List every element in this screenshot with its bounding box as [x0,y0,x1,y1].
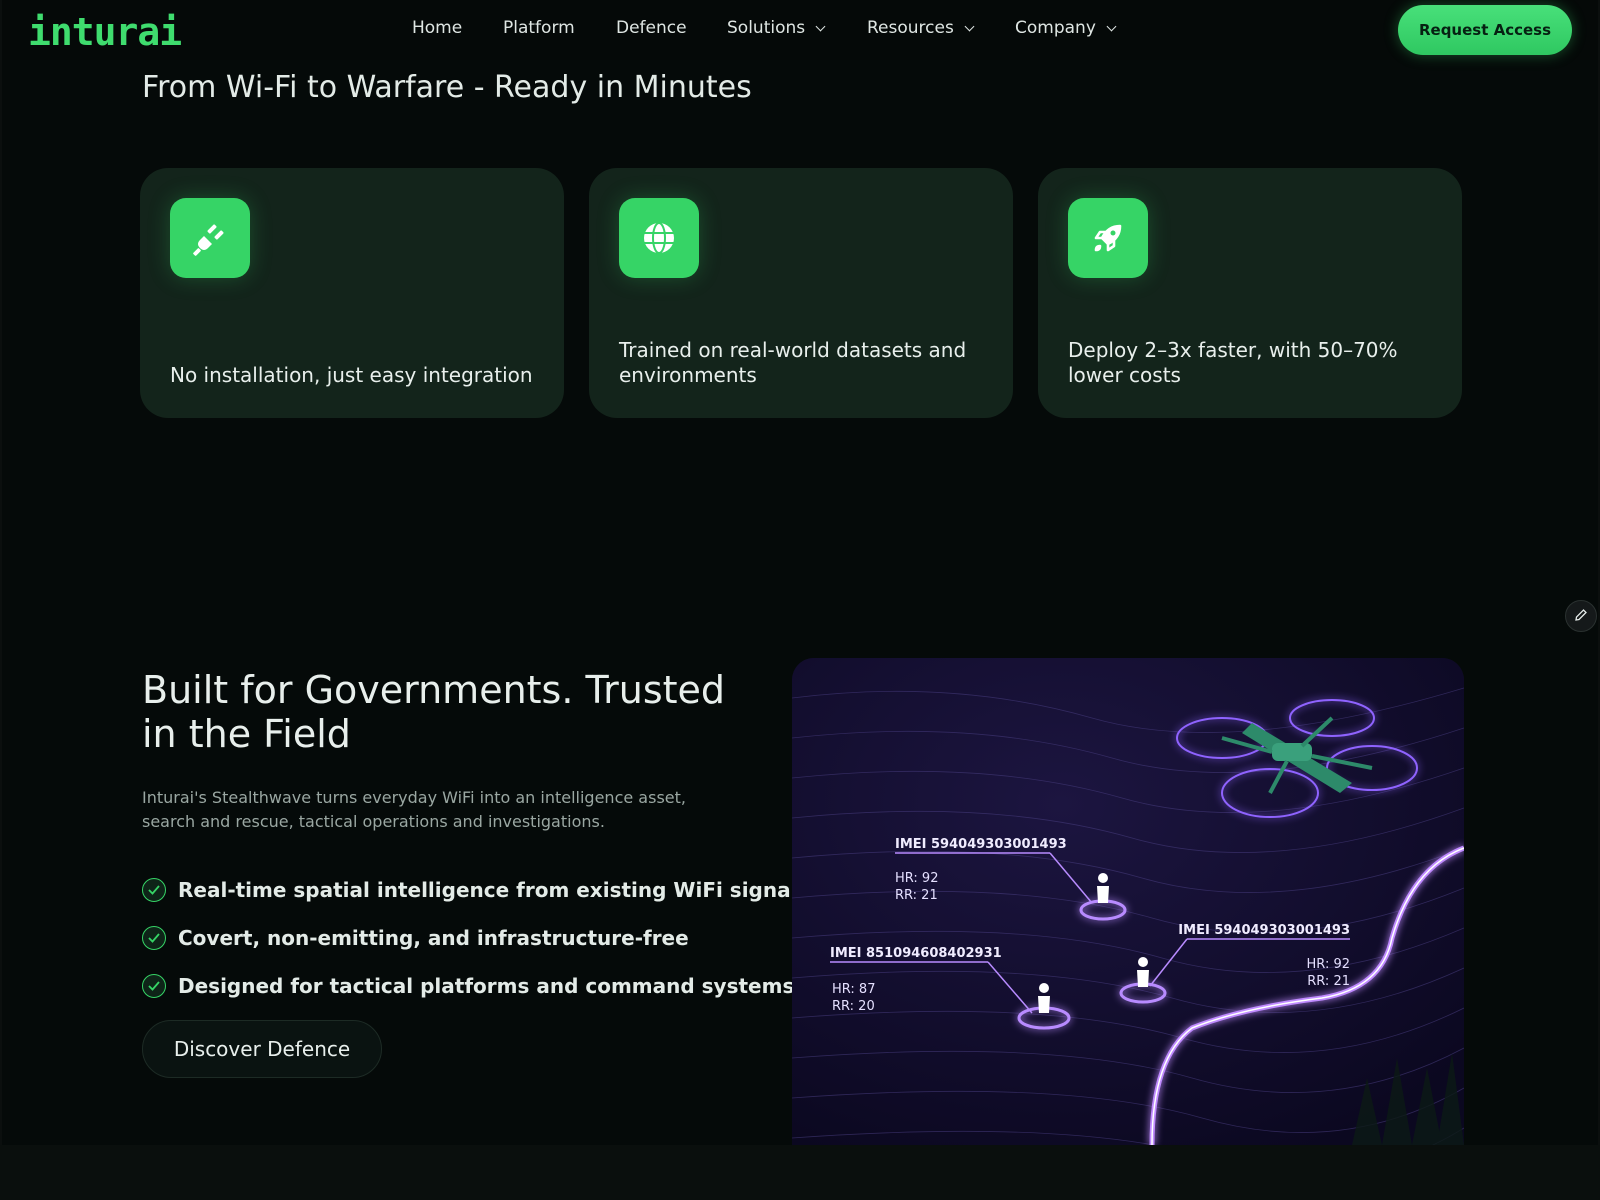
svg-text:HR: 92: HR: 92 [895,871,938,886]
svg-text:HR: 92: HR: 92 [1307,957,1350,972]
chevron-down-icon [1106,21,1117,31]
inturai-logo[interactable]: inturai [28,10,182,54]
card-text: No installation, just easy integration [170,363,533,387]
list-item: Real-time spatial intelligence from exis… [142,866,809,914]
card-text: Deploy 2–3x faster, with 50–70% lower co… [1068,338,1398,387]
request-access-button[interactable]: Request Access [1398,5,1572,55]
page-footer-strip [0,1145,1600,1200]
svg-text:IMEI 594049303001493: IMEI 594049303001493 [895,837,1067,852]
card-text: Trained on real-world datasets and envir… [619,338,967,387]
discover-defence-button[interactable]: Discover Defence [142,1020,382,1078]
nav-platform[interactable]: Platform [503,18,616,38]
list-item: Designed for tactical platforms and comm… [142,962,809,1010]
edit-button[interactable] [1565,600,1597,632]
nav-company[interactable]: Company [1015,18,1145,38]
page: inturai Home Platform Defence Solutions … [2,0,1598,1145]
nav-links: Home Platform Defence Solutions Resource… [412,18,1145,38]
feature-card-datasets: Trained on real-world datasets and envir… [589,168,1013,418]
feature-card-integration: No installation, just easy integration [140,168,564,418]
government-section-title: Built for Governments. Trusted in the Fi… [142,668,726,756]
nav-defence[interactable]: Defence [616,18,727,38]
ready-section-title: From Wi-Fi to Warfare - Ready in Minutes [142,70,752,105]
svg-text:RR: 21: RR: 21 [1307,974,1350,989]
chevron-down-icon [964,21,975,31]
check-circle-icon [142,974,166,998]
government-description: Inturai's Stealthwave turns everyday WiF… [142,788,686,831]
svg-text:RR: 21: RR: 21 [895,888,938,903]
chevron-down-icon [815,21,826,31]
svg-text:IMEI 594049303001493: IMEI 594049303001493 [1178,923,1350,938]
nav-home[interactable]: Home [412,18,503,38]
feature-card-deploy: Deploy 2–3x faster, with 50–70% lower co… [1038,168,1462,418]
feature-list: Real-time spatial intelligence from exis… [142,866,809,1010]
globe-icon [619,198,699,278]
top-navbar: inturai Home Platform Defence Solutions … [2,0,1598,60]
pencil-icon [1574,607,1588,626]
surveillance-map-illustration: IMEI 594049303001493 HR: 92 RR: 21 IMEI … [792,658,1464,1145]
svg-text:HR: 87: HR: 87 [832,982,875,997]
svg-text:IMEI 851094608402931: IMEI 851094608402931 [830,946,1002,961]
nav-solutions[interactable]: Solutions [727,18,867,38]
plug-icon [170,198,250,278]
check-circle-icon [142,878,166,902]
nav-resources[interactable]: Resources [867,18,1015,38]
list-item: Covert, non-emitting, and infrastructure… [142,914,809,962]
rocket-icon [1068,198,1148,278]
check-circle-icon [142,926,166,950]
svg-text:RR: 20: RR: 20 [832,999,875,1014]
